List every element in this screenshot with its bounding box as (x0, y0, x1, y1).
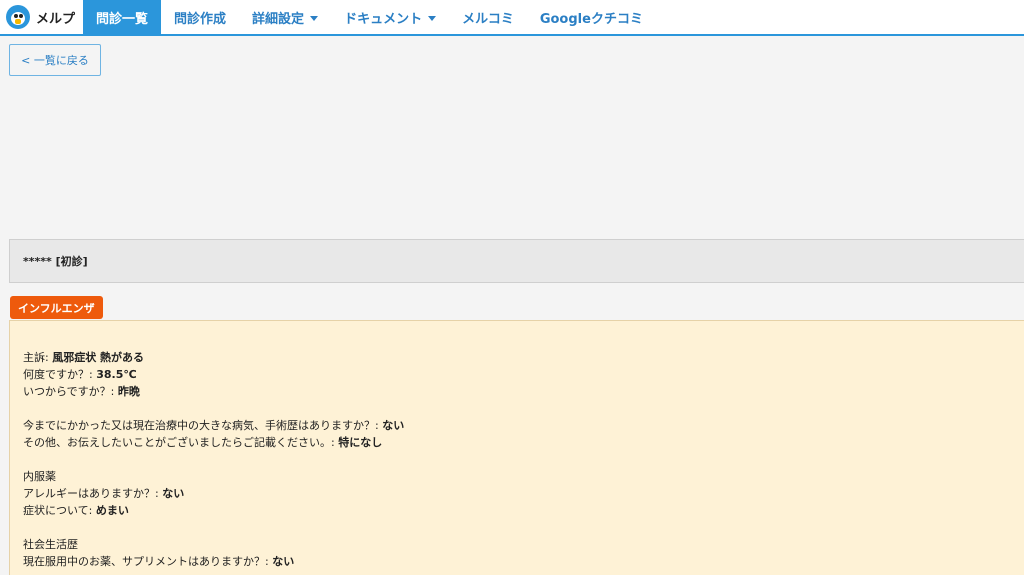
question-text: 症状について: (23, 504, 96, 517)
nav-inquiry-list[interactable]: 問診一覧 (83, 0, 162, 34)
question-text: 内服薬 (23, 470, 56, 483)
chevron-down-icon (428, 15, 437, 21)
question-text: 現在服用中のお薬、サプリメントはありますか？: (23, 555, 273, 568)
nav-inquiry-list-label: 問診一覧 (96, 11, 149, 27)
nav-detailed-settings[interactable]: 詳細設定 (239, 0, 331, 34)
answer-text: 38.5℃ (96, 368, 137, 381)
brand-logo[interactable]: メルプ (0, 0, 83, 34)
diagnosis-tag: インフルエンザ (10, 296, 103, 319)
nav-documents[interactable]: ドキュメント (331, 0, 449, 34)
nav-detailed-settings-label: 詳細設定 (252, 11, 305, 27)
answer-row: 現在服用中のお薬、サプリメントはありますか？: ない (23, 553, 1024, 570)
nav-melcomi[interactable]: メルコミ (449, 0, 527, 34)
nav-create-inquiry[interactable]: 問診作成 (161, 0, 239, 34)
section-heading: 社会生活歴 (23, 536, 1024, 553)
answer-text: ない (382, 419, 405, 432)
nav-documents-label: ドキュメント (344, 11, 423, 27)
question-text: 社会生活歴 (23, 538, 78, 551)
answer-row: 今までにかかった又は現在治療中の大きな病気、手術歴はありますか？: ない (23, 417, 1024, 434)
question-text: 今までにかかった又は現在治療中の大きな病気、手術歴はありますか？: (23, 419, 383, 432)
answer-text: 特になし (338, 436, 383, 449)
question-text: その他、お伝えしたいことがございましたらご記載ください。: (23, 436, 339, 449)
inquiry-answers-panel: 主訴: 風邪症状 熱がある 何度ですか？: 38.5℃ いつからですか？: 昨晩… (9, 320, 1024, 575)
back-to-list-button[interactable]: < 一覧に戻る (9, 44, 101, 76)
answer-text: ない (272, 555, 295, 568)
patient-header: ***** [初診] (9, 239, 1024, 283)
answer-text: 風邪症状 熱がある (52, 351, 145, 364)
question-text: アレルギーはありますか？: (23, 487, 163, 500)
answer-row: 症状について: めまい (23, 502, 1024, 519)
answer-row: その他、お伝えしたいことがございましたらご記載ください。: 特になし (23, 434, 1024, 451)
nav-google-reviews-label: Googleクチコミ (539, 11, 643, 27)
nav-google-reviews[interactable]: Googleクチコミ (527, 0, 656, 34)
answer-text: 昨晩 (117, 385, 140, 398)
question-text: いつからですか？: (23, 385, 118, 398)
answer-text: めまい (95, 504, 129, 517)
answer-row: 何度ですか？: 38.5℃ (23, 366, 1024, 383)
top-navbar: メルプ 問診一覧 問診作成 詳細設定 ドキュメント メルコミ Googleクチコ… (0, 0, 1024, 36)
nav-melcomi-label: メルコミ (462, 11, 514, 27)
question-text: 主訴: (23, 351, 53, 364)
nav-create-inquiry-label: 問診作成 (174, 11, 227, 27)
penguin-logo-icon (6, 5, 30, 29)
brand-name: メルプ (36, 11, 76, 27)
answer-text: ない (162, 487, 185, 500)
chevron-down-icon (310, 15, 319, 21)
answer-row: 主訴: 風邪症状 熱がある (23, 349, 1024, 366)
answer-row: アレルギーはありますか？: ない (23, 485, 1024, 502)
section-heading: 内服薬 (23, 468, 1024, 485)
answer-row: いつからですか？: 昨晩 (23, 383, 1024, 400)
question-text: 何度ですか？: (23, 368, 97, 381)
